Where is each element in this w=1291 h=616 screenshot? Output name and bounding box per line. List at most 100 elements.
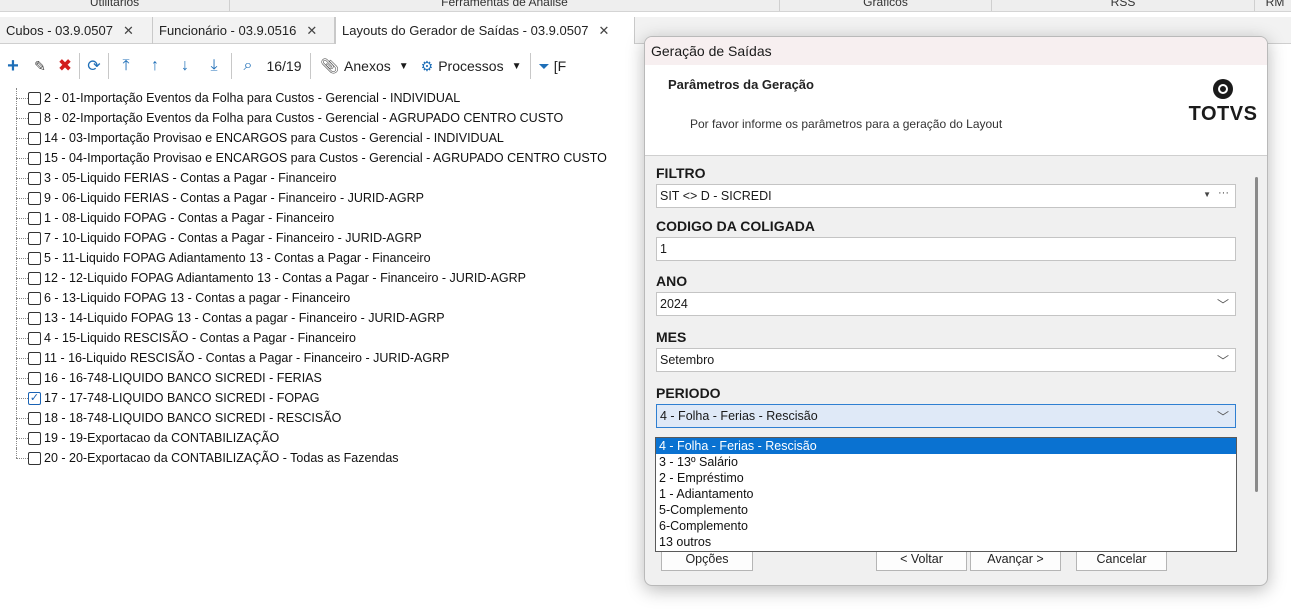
- tree-item[interactable]: ✓ 17 - 17-748-LIQUIDO BANCO SICREDI - FOP…: [12, 388, 652, 408]
- periodo-option[interactable]: 13 outros: [656, 534, 1236, 550]
- tree-item-checkbox[interactable]: [28, 231, 41, 245]
- close-icon[interactable]: ✕: [306, 23, 317, 39]
- search-icon[interactable]: ⌕: [235, 51, 261, 81]
- periodo-option[interactable]: 1 - Adiantamento: [656, 486, 1236, 502]
- chevron-down-icon: ▼: [398, 60, 409, 72]
- tree-item-checkbox[interactable]: [28, 291, 41, 305]
- tree-item[interactable]: 20 - 20-Exportacao da CONTABILIZAÇÃO - T…: [12, 448, 652, 468]
- chevron-down-icon[interactable]: ▼: [1203, 190, 1211, 199]
- menu-rss[interactable]: RSS: [992, 0, 1255, 11]
- tree-item-checkbox[interactable]: ✓: [28, 391, 41, 405]
- tree-item[interactable]: 1 - 08-Liquido FOPAG - Contas a Pagar - …: [12, 208, 652, 228]
- edit-icon[interactable]: ✎: [26, 51, 54, 81]
- tree-item-checkbox[interactable]: [28, 171, 41, 185]
- gear-icon: ⚙: [420, 57, 434, 74]
- tree-item-checkbox[interactable]: [28, 191, 41, 205]
- ellipsis-icon[interactable]: ···: [1218, 187, 1229, 199]
- delete-icon[interactable]: ✖: [54, 51, 76, 81]
- tab-layouts-gerador[interactable]: Layouts do Gerador de Saídas - 03.9.0507…: [335, 17, 635, 44]
- mes-select[interactable]: Setembro ﹀: [656, 348, 1236, 372]
- tree-item-checkbox[interactable]: [28, 351, 41, 365]
- tree-item-checkbox[interactable]: [28, 451, 41, 465]
- tree-item[interactable]: 5 - 11-Liquido FOPAG Adiantamento 13 - C…: [12, 248, 652, 268]
- dialog-scrollbar[interactable]: [1255, 177, 1258, 492]
- tab-cubos[interactable]: Cubos - 03.9.0507 ✕: [0, 17, 153, 44]
- periodo-option[interactable]: 4 - Folha - Ferias - Rescisão: [656, 438, 1236, 454]
- tree-item[interactable]: 4 - 15-Liquido RESCISÃO - Contas a Pagar…: [12, 328, 652, 348]
- menu-rm[interactable]: RM: [1255, 0, 1291, 11]
- tree-item[interactable]: 19 - 19-Exportacao da CONTABILIZAÇÃO: [12, 428, 652, 448]
- tree-item-checkbox[interactable]: [28, 431, 41, 445]
- menu-graficos[interactable]: Gráficos: [780, 0, 992, 11]
- filter-icon: ⏷: [538, 57, 550, 74]
- ano-select[interactable]: 2024 ﹀: [656, 292, 1236, 316]
- tree-connector: [16, 218, 28, 219]
- tree-connector: [16, 398, 28, 399]
- tree-item[interactable]: 2 - 01-Importação Eventos da Folha para …: [12, 88, 652, 108]
- tree-item-label: 4 - 15-Liquido RESCISÃO - Contas a Pagar…: [44, 331, 356, 345]
- menu-utilitarios[interactable]: Utilitários: [0, 0, 230, 11]
- filter-button[interactable]: ⏷ [F: [534, 51, 570, 81]
- tree-item-checkbox[interactable]: [28, 211, 41, 225]
- tree-item-checkbox[interactable]: [28, 311, 41, 325]
- tree-item[interactable]: 15 - 04-Importação Provisao e ENCARGOS p…: [12, 148, 652, 168]
- tree-item[interactable]: 7 - 10-Liquido FOPAG - Contas a Pagar - …: [12, 228, 652, 248]
- previous-record-icon[interactable]: ↑: [140, 51, 170, 81]
- record-counter: 16/19: [266, 58, 302, 74]
- menu-bar: Utilitários Ferramentas de Análise Gráfi…: [0, 0, 1291, 12]
- last-record-icon[interactable]: ⤓: [200, 51, 228, 81]
- tree-item[interactable]: 14 - 03-Importação Provisao e ENCARGOS p…: [12, 128, 652, 148]
- tree-item[interactable]: 11 - 16-Liquido RESCISÃO - Contas a Paga…: [12, 348, 652, 368]
- chevron-down-icon[interactable]: ﹀: [1217, 296, 1229, 313]
- periodo-option[interactable]: 6-Complemento: [656, 518, 1236, 534]
- next-record-icon[interactable]: ↓: [170, 51, 200, 81]
- tree-item-checkbox[interactable]: [28, 131, 41, 145]
- tree-item-checkbox[interactable]: [28, 371, 41, 385]
- add-icon[interactable]: +: [0, 51, 26, 81]
- tree-item[interactable]: 12 - 12-Liquido FOPAG Adiantamento 13 - …: [12, 268, 652, 288]
- toolbar-separator: [79, 53, 80, 79]
- anexos-button[interactable]: 📎︎ Anexos ▼: [314, 51, 415, 81]
- tree-item-checkbox[interactable]: [28, 111, 41, 125]
- tree-item-checkbox[interactable]: [28, 251, 41, 265]
- tree-item[interactable]: 8 - 02-Importação Eventos da Folha para …: [12, 108, 652, 128]
- tree-item[interactable]: 16 - 16-748-LIQUIDO BANCO SICREDI - FERI…: [12, 368, 652, 388]
- close-icon[interactable]: ✕: [123, 23, 134, 39]
- close-icon[interactable]: ✕: [598, 23, 609, 39]
- tab-funcionario[interactable]: Funcionário - 03.9.0516 ✕: [153, 17, 335, 44]
- coligada-label: CODIGO DA COLIGADA: [656, 218, 815, 234]
- filtro-field[interactable]: SIT <> D - SICREDI ▼ ···: [656, 184, 1236, 208]
- tree-item[interactable]: 18 - 18-748-LIQUIDO BANCO SICREDI - RESC…: [12, 408, 652, 428]
- processos-button[interactable]: ⚙ Processos ▼: [415, 51, 528, 81]
- dialog-heading: Parâmetros da Geração: [668, 77, 814, 92]
- tree-connector: [16, 258, 28, 259]
- tree-connector: [16, 358, 28, 359]
- menu-ferramentas-analise[interactable]: Ferramentas de Análise: [230, 0, 780, 11]
- chevron-down-icon[interactable]: ﹀: [1217, 352, 1229, 369]
- tree-item[interactable]: 9 - 06-Liquido FERIAS - Contas a Pagar -…: [12, 188, 652, 208]
- tree-item[interactable]: 3 - 05-Liquido FERIAS - Contas a Pagar -…: [12, 168, 652, 188]
- periodo-label: PERIODO: [656, 385, 721, 401]
- tree-item[interactable]: 13 - 14-Liquido FOPAG 13 - Contas a paga…: [12, 308, 652, 328]
- tree-item-checkbox[interactable]: [28, 271, 41, 285]
- periodo-select[interactable]: 4 - Folha - Ferias - Rescisão ﹀: [656, 404, 1236, 428]
- tree-connector: [16, 448, 17, 458]
- chevron-down-icon[interactable]: ﹀: [1217, 408, 1229, 425]
- tree-item-label: 6 - 13-Liquido FOPAG 13 - Contas a pagar…: [44, 291, 351, 305]
- coligada-field[interactable]: 1: [656, 237, 1236, 261]
- tree-item-checkbox[interactable]: [28, 411, 41, 425]
- refresh-icon[interactable]: ⟳: [83, 51, 105, 81]
- first-record-icon[interactable]: ⤒: [112, 51, 140, 81]
- tree-item-checkbox[interactable]: [28, 151, 41, 165]
- periodo-option[interactable]: 2 - Empréstimo: [656, 470, 1236, 486]
- toolbar-separator: [310, 53, 311, 79]
- periodo-option[interactable]: 3 - 13º Salário: [656, 454, 1236, 470]
- tree-item-label: 18 - 18-748-LIQUIDO BANCO SICREDI - RESC…: [44, 411, 342, 425]
- periodo-option[interactable]: 5-Complemento: [656, 502, 1236, 518]
- mes-value: Setembro: [660, 353, 715, 367]
- tree-item-checkbox[interactable]: [28, 91, 41, 105]
- filter-label: [F: [553, 58, 567, 74]
- tree-item[interactable]: 6 - 13-Liquido FOPAG 13 - Contas a pagar…: [12, 288, 652, 308]
- tree-item-label: 9 - 06-Liquido FERIAS - Contas a Pagar -…: [44, 191, 424, 205]
- tree-item-checkbox[interactable]: [28, 331, 41, 345]
